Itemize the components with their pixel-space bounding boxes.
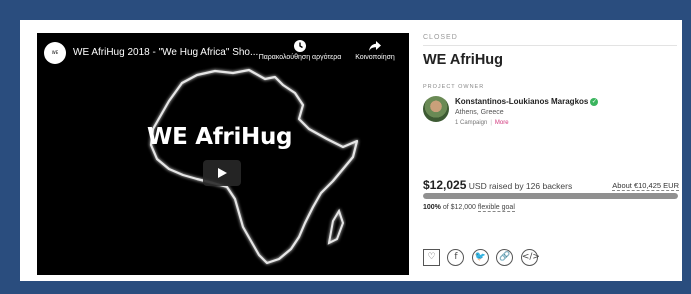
owner-name[interactable]: Konstantinos-Loukianos Maragkos ✓ <box>455 97 599 106</box>
owner-location: Athens, Greece <box>455 109 504 116</box>
embed-icon[interactable]: </> <box>520 249 540 266</box>
progress-bar <box>423 193 678 199</box>
progress-fill <box>423 193 678 199</box>
campaign-count: 1 Campaign <box>455 120 488 126</box>
video-title[interactable]: WE AfriHug 2018 - "We Hug Africa" Sho... <box>73 47 273 58</box>
raised-amount: $12,025 <box>423 178 467 192</box>
project-owner-label: PROJECT OWNER <box>423 84 485 90</box>
verified-check-icon: ✓ <box>590 97 599 106</box>
campaign-title: WE AfriHug <box>423 52 504 68</box>
divider <box>423 45 677 46</box>
share-arrow-icon <box>345 39 405 53</box>
campaign-card: WE AfriHug WE AfriHug 2018 - "We Hug Afr… <box>20 20 682 281</box>
goal-summary: 100% of $12,000 flexible goal <box>423 204 515 212</box>
owner-name-text[interactable]: Konstantinos-Loukianos Maragkos <box>455 97 588 106</box>
owner-avatar[interactable] <box>423 96 449 122</box>
goal-type[interactable]: flexible goal <box>477 204 515 212</box>
heart-icon[interactable]: ♡ <box>423 249 440 266</box>
status-label: CLOSED <box>423 34 458 41</box>
separator: | <box>490 120 492 126</box>
twitter-icon[interactable]: 🐦 <box>471 249 489 266</box>
more-link[interactable]: More <box>495 120 509 126</box>
share-label: Κοινοποίηση <box>355 54 395 61</box>
percent-funded: 100% <box>423 204 441 211</box>
clock-icon <box>250 39 350 53</box>
converted-amount[interactable]: About €10,425 EUR <box>612 181 679 191</box>
watch-later-label: Παρακολούθηση αργότερα <box>258 54 342 61</box>
share-button[interactable]: Κοινοποίηση <box>345 39 405 61</box>
watch-later-button[interactable]: Παρακολούθηση αργότερα <box>250 39 350 61</box>
share-icons: ♡ f 🐦 🔗 </> <box>423 249 541 267</box>
facebook-icon[interactable]: f <box>447 249 465 266</box>
goal-amount: of $12,000 <box>442 204 476 211</box>
owner-meta: 1 Campaign | More <box>455 120 509 126</box>
play-button[interactable] <box>203 160 241 186</box>
channel-avatar[interactable]: WE AfriHug <box>44 42 66 77</box>
link-icon[interactable]: 🔗 <box>496 249 514 266</box>
raised-text: USD raised by 126 backers <box>468 181 573 191</box>
africa-outline-image <box>149 68 359 265</box>
funds-raised: $12,025 USD raised by 126 backers About … <box>423 178 679 192</box>
video-player[interactable]: WE AfriHug WE AfriHug 2018 - "We Hug Afr… <box>37 33 409 275</box>
video-overlay-title: WE AfriHug <box>147 124 293 150</box>
campaign-info: CLOSED WE AfriHug PROJECT OWNER Konstant… <box>423 20 679 281</box>
